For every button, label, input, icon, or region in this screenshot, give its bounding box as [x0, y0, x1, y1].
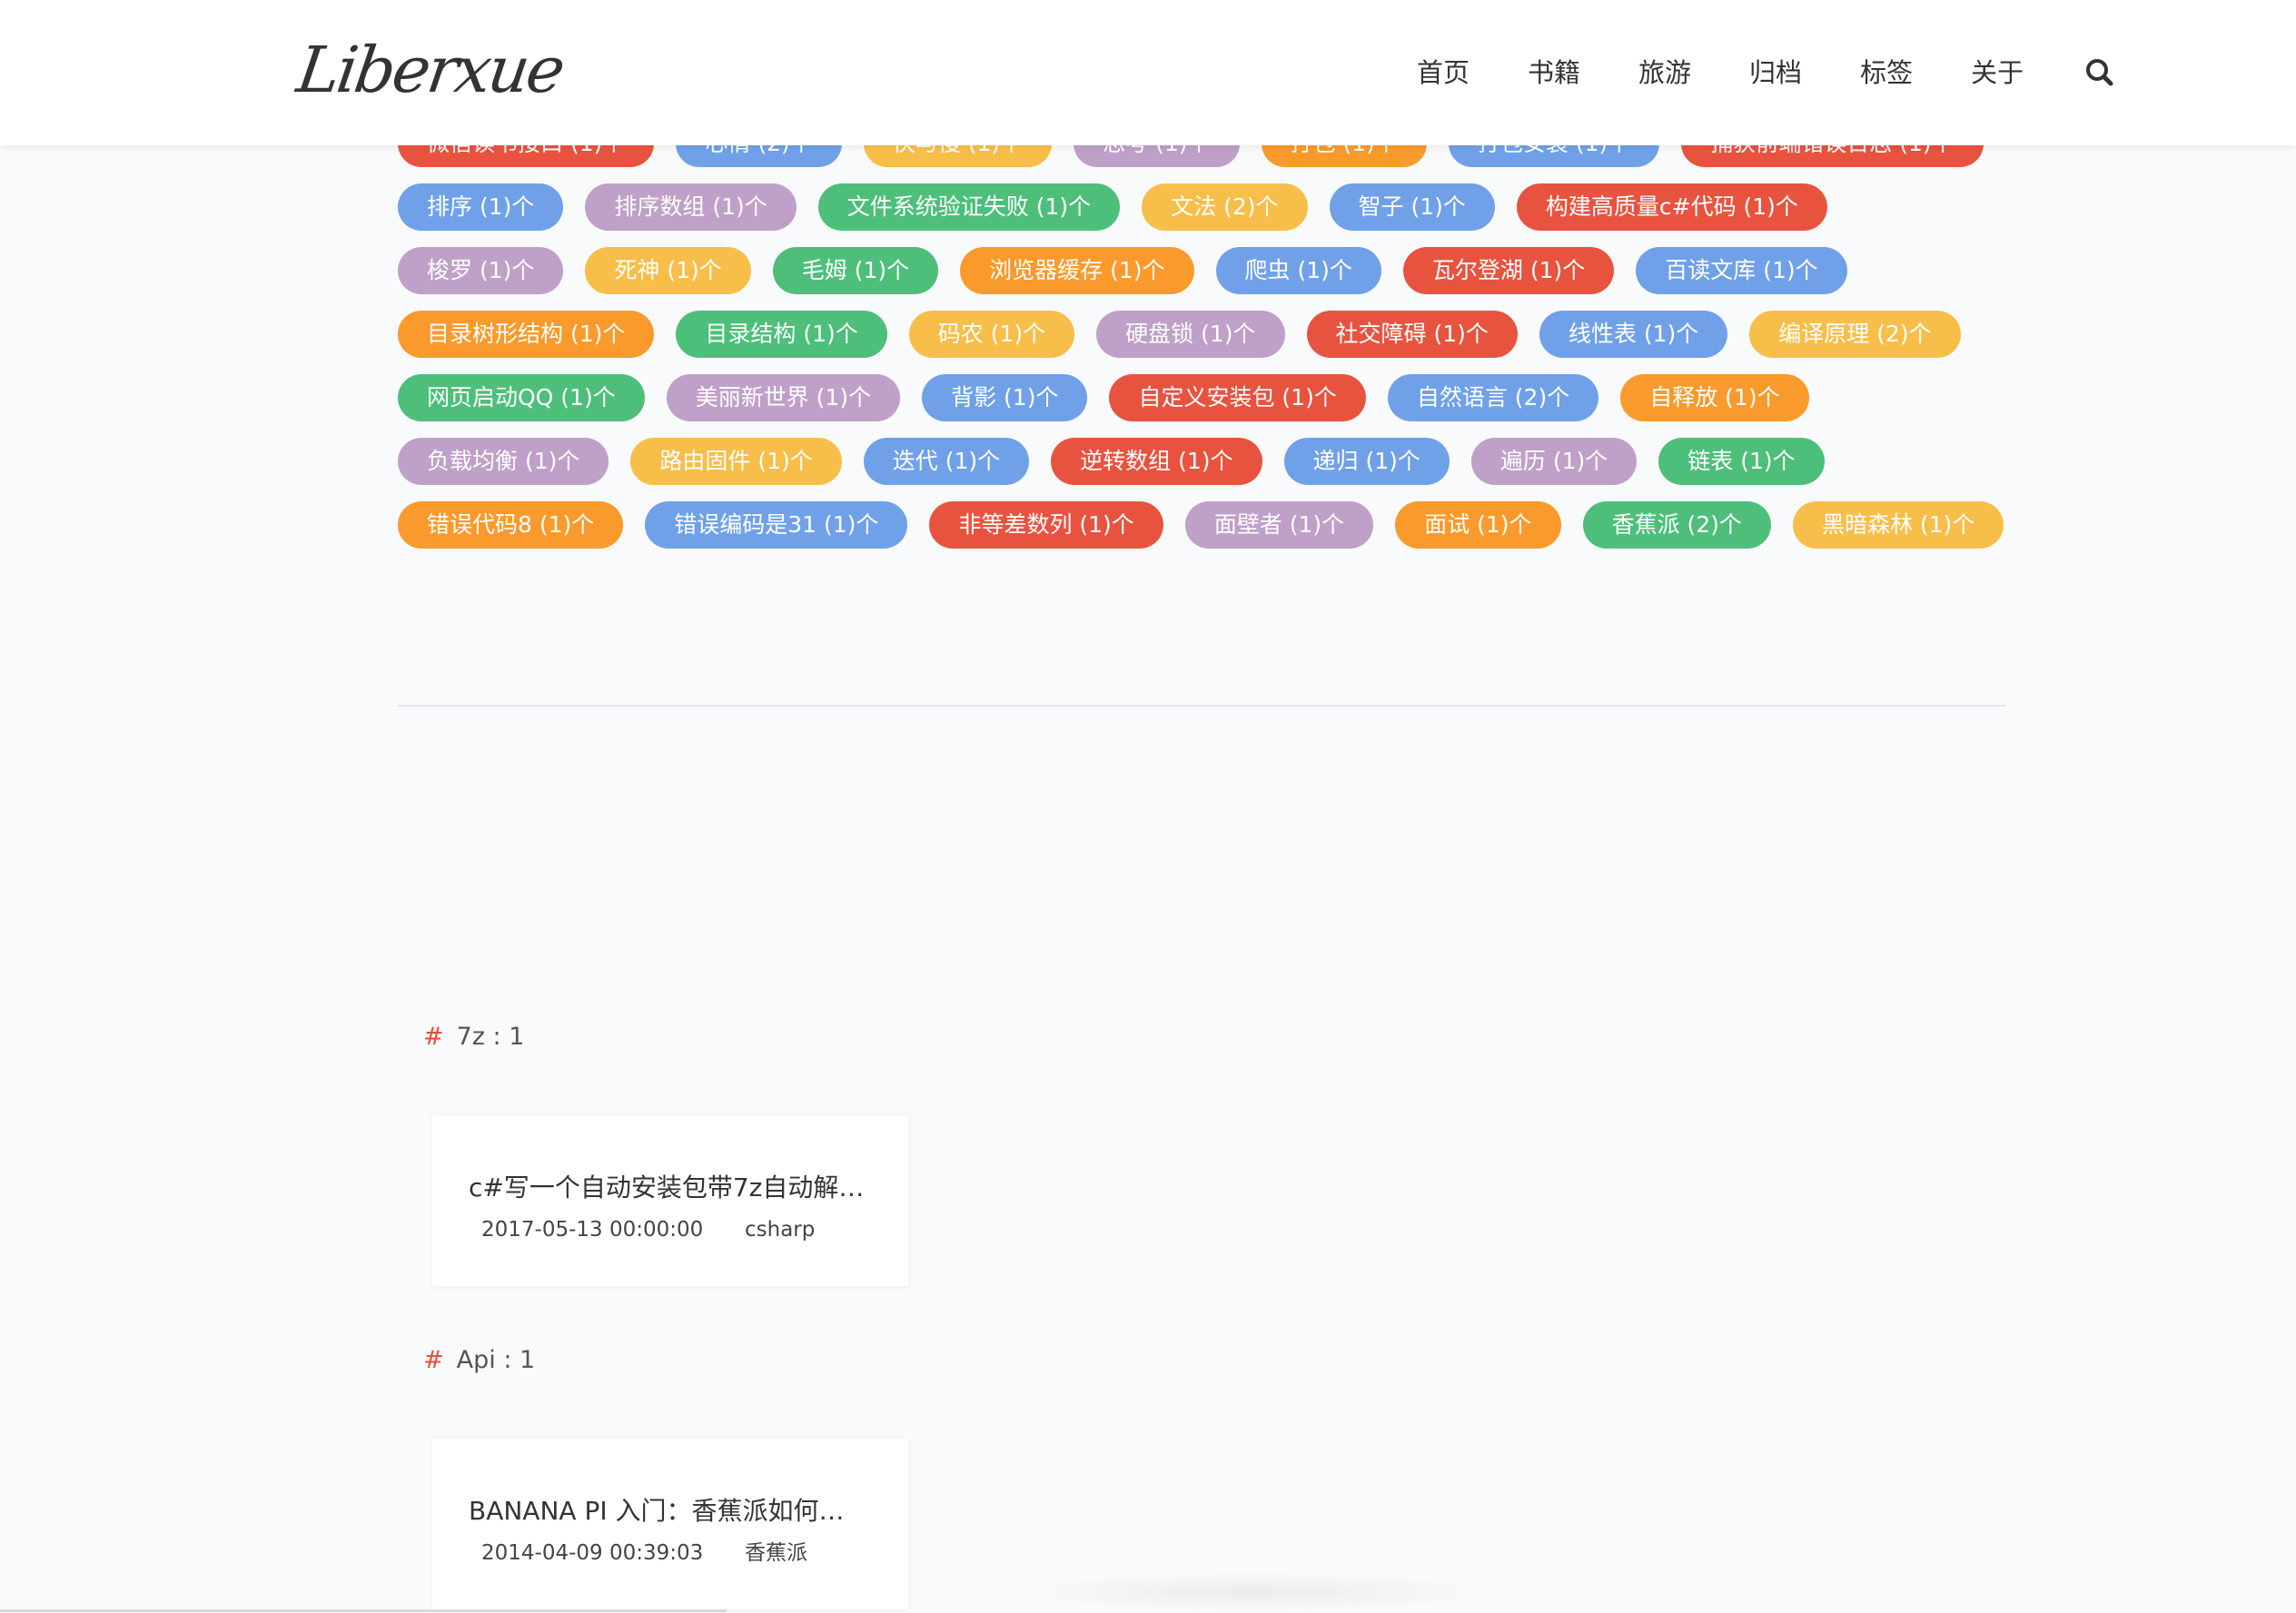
hash-icon: #: [423, 1023, 444, 1051]
nav-item-tags[interactable]: 标签: [1860, 54, 1913, 91]
tag-chip[interactable]: 浏览器缓存 (1)个: [960, 247, 1194, 294]
tag-chip[interactable]: 网页启动QQ (1)个: [398, 374, 645, 421]
divider: [398, 705, 2005, 707]
tag-chip[interactable]: 构建高质量c#代码 (1)个: [1516, 183, 1827, 231]
tag-chip[interactable]: 文法 (2)个: [1142, 183, 1308, 231]
tag-chip[interactable]: 黑暗森林 (1)个: [1792, 501, 2004, 549]
nav-item-home[interactable]: 首页: [1417, 54, 1470, 91]
nav-item-travel[interactable]: 旅游: [1638, 54, 1691, 91]
post-category[interactable]: csharp: [745, 1215, 815, 1244]
tag-chip[interactable]: 迭代 (1)个: [863, 438, 1030, 485]
tag-chip[interactable]: 背影 (1)个: [922, 374, 1088, 421]
tag-chip[interactable]: 排序 (1)个: [398, 183, 564, 231]
tag-chip[interactable]: 目录树形结构 (1)个: [398, 311, 655, 358]
section-title-7z: #7z : 1: [423, 1019, 524, 1055]
post-title[interactable]: BANANA PI 入门：香蕉派如何安…: [469, 1493, 868, 1529]
section-title-api: # Api : 1: [423, 1342, 535, 1379]
tag-chip[interactable]: 递归 (1)个: [1283, 438, 1450, 485]
tag-chip[interactable]: 社交障碍 (1)个: [1306, 311, 1518, 358]
tag-chip[interactable]: 面壁者 (1)个: [1184, 501, 1374, 549]
search-icon[interactable]: [2082, 54, 2118, 91]
tag-chip[interactable]: 遍历 (1)个: [1470, 438, 1638, 485]
main-nav: 首页 书籍 旅游 归档 标签 关于: [1417, 0, 2118, 145]
tag-cloud: 微信读书接口 (1)个心情 (2)个快与慢 (1)个思考 (1)个打包 (1)个…: [398, 120, 2014, 549]
nav-item-archive[interactable]: 归档: [1749, 54, 1802, 91]
tag-chip[interactable]: 面试 (1)个: [1395, 501, 1561, 549]
site-header: Liberxue 首页 书籍 旅游 归档 标签 关于: [0, 0, 2296, 145]
tag-chip[interactable]: 编译原理 (2)个: [1749, 311, 1961, 358]
site-logo[interactable]: Liberxue: [291, 20, 569, 120]
tag-chip[interactable]: 路由固件 (1)个: [630, 438, 842, 485]
tag-chip[interactable]: 自定义安装包 (1)个: [1109, 374, 1366, 421]
nav-item-about[interactable]: 关于: [1971, 54, 2024, 91]
tag-chip[interactable]: 负载均衡 (1)个: [398, 438, 609, 485]
tag-chip[interactable]: 瓦尔登湖 (1)个: [1402, 247, 1615, 294]
tag-chip[interactable]: 非等差数列 (1)个: [929, 501, 1163, 549]
post-card[interactable]: c#写一个自动安装包带7z自动解… 2017-05-13 00:00:00 cs…: [432, 1115, 908, 1286]
post-date: 2017-05-13 00:00:00: [481, 1218, 704, 1242]
post-title[interactable]: c#写一个自动安装包带7z自动解…: [469, 1170, 868, 1206]
tag-chip[interactable]: 智子 (1)个: [1329, 183, 1495, 231]
tag-chip[interactable]: 美丽新世界 (1)个: [666, 374, 901, 421]
tag-chip[interactable]: 毛姆 (1)个: [772, 247, 939, 294]
post-category[interactable]: 香蕉派: [745, 1539, 807, 1568]
post-card[interactable]: BANANA PI 入门：香蕉派如何安… 2014-04-09 00:39:03…: [432, 1439, 908, 1609]
tag-chip[interactable]: 梭罗 (1)个: [398, 247, 564, 294]
tag-chip[interactable]: 链表 (1)个: [1658, 438, 1825, 485]
tag-chip[interactable]: 错误编码是31 (1)个: [645, 501, 908, 549]
tag-chip[interactable]: 自释放 (1)个: [1620, 374, 1809, 421]
bottom-divider: [0, 1609, 727, 1612]
tag-chip[interactable]: 排序数组 (1)个: [585, 183, 797, 231]
tag-chip[interactable]: 香蕉派 (2)个: [1582, 501, 1771, 549]
tag-chip[interactable]: 爬虫 (1)个: [1215, 247, 1381, 294]
tag-chip[interactable]: 线性表 (1)个: [1539, 311, 1728, 358]
tag-chip[interactable]: 自然语言 (2)个: [1387, 374, 1599, 421]
section-label: Api : 1: [456, 1346, 536, 1374]
bottom-shadow: [1017, 1571, 1489, 1613]
tag-chip[interactable]: 目录结构 (1)个: [676, 311, 887, 358]
tag-chip[interactable]: 码农 (1)个: [908, 311, 1075, 358]
post-date: 2014-04-09 00:39:03: [481, 1541, 704, 1565]
tag-chip[interactable]: 百读文库 (1)个: [1636, 247, 1847, 294]
tag-chip[interactable]: 死神 (1)个: [585, 247, 751, 294]
section-label: 7z : 1: [456, 1023, 525, 1051]
tag-chip[interactable]: 文件系统验证失败 (1)个: [817, 183, 1121, 231]
tag-chip[interactable]: 硬盘锁 (1)个: [1096, 311, 1285, 358]
hash-icon: #: [423, 1346, 444, 1374]
tag-chip[interactable]: 逆转数组 (1)个: [1051, 438, 1262, 485]
nav-item-books[interactable]: 书籍: [1528, 54, 1580, 91]
tag-chip[interactable]: 错误代码8 (1)个: [398, 501, 624, 549]
